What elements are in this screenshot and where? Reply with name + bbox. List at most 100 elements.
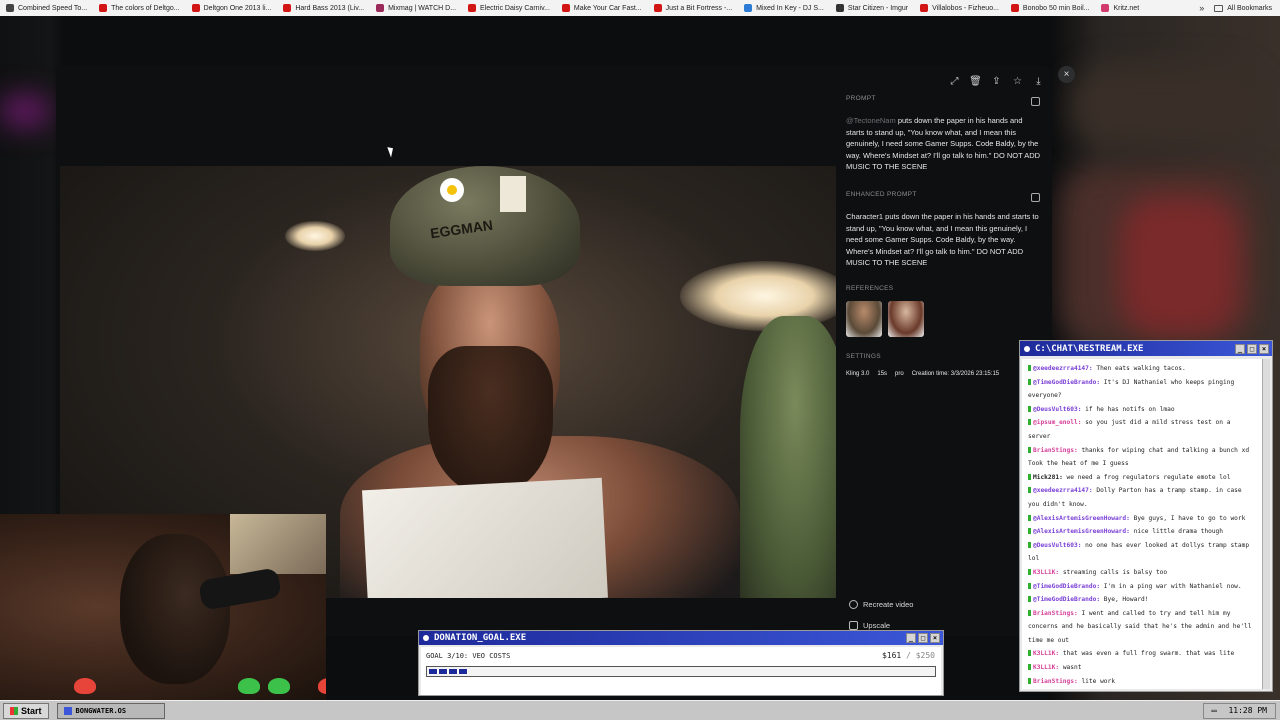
bookmark-item[interactable]: Bonobo 50 min Boil... <box>1005 0 1096 16</box>
recreate-video-button[interactable]: Recreate video <box>849 600 913 609</box>
maximize-button[interactable]: □ <box>1247 343 1257 354</box>
reference-thumbnail[interactable] <box>846 300 882 337</box>
chat-message: @TimeGodDieBrando: Bye, Howard! <box>1028 593 1256 607</box>
bookmark-favicon-icon <box>653 4 662 12</box>
window-icon <box>423 635 429 641</box>
recreate-label: Recreate video <box>863 600 914 609</box>
platform-icon <box>1028 378 1031 385</box>
bookmark-favicon-icon <box>99 4 108 12</box>
bookmark-favicon-icon <box>191 4 200 12</box>
bookmark-item[interactable]: Hard Bass 2013 (Liv... <box>277 0 370 16</box>
bookmarks-overflow-button[interactable]: » <box>1189 3 1214 13</box>
trash-icon[interactable]: 🗑 <box>969 75 982 88</box>
upscale-button[interactable]: Upscale <box>849 621 890 630</box>
chat-scrollbar[interactable] <box>1262 359 1270 689</box>
copy-enhanced-icon[interactable] <box>1031 192 1040 202</box>
bookmark-item[interactable]: Villalobos - Fizheuo... <box>914 0 1005 16</box>
bookmark-item[interactable]: Deltgon One 2013 li... <box>186 0 278 16</box>
frog-emote <box>74 678 96 694</box>
maximize-button[interactable]: □ <box>918 633 928 643</box>
star-icon[interactable]: ☆ <box>1011 75 1024 88</box>
download-icon[interactable]: ⤓ <box>1032 75 1045 88</box>
close-window-button[interactable]: × <box>930 633 940 643</box>
start-label: Start <box>21 705 42 716</box>
bookmark-item[interactable]: Kritz.net <box>1095 0 1145 16</box>
chat-messages: @xeedeezrra4147: Then eats walking tacos… <box>1022 359 1262 689</box>
expand-icon[interactable]: ⤢ <box>948 75 961 88</box>
duration-value: 15s <box>877 370 888 377</box>
enhanced-prompt-label: ENHANCED PROMPT <box>846 190 917 198</box>
app-icon <box>63 706 72 715</box>
reference-thumbnail[interactable] <box>888 300 924 337</box>
bookmark-item[interactable]: Mixmag | WATCH D... <box>370 0 462 16</box>
chat-username: @TimeGodDieBrando: <box>1033 596 1101 604</box>
platform-icon <box>1028 582 1031 589</box>
amount-separator: / <box>906 651 911 660</box>
platform-icon <box>1028 609 1031 616</box>
close-button[interactable]: × <box>1058 66 1075 83</box>
taskbar-item[interactable]: BONGWATER.OS <box>56 702 165 719</box>
bookmark-item[interactable]: Just a Bit Fortress -... <box>648 0 739 16</box>
bookmark-label: Bonobo 50 min Boil... <box>1022 4 1090 12</box>
background-person <box>740 316 836 598</box>
chat-username: @DeusVult603: <box>1033 405 1082 413</box>
platform-icon <box>1028 677 1031 684</box>
bookmark-item[interactable]: Combined Speed To... <box>0 0 93 16</box>
chat-username: @AlexisArtemisGreenHoward: <box>1033 528 1130 536</box>
minimize-button[interactable]: _ <box>1235 343 1245 354</box>
max-amount: $250 <box>915 651 935 660</box>
window-icon <box>1024 345 1030 352</box>
bookmark-label: Star Citizen - Imgur <box>847 4 909 12</box>
chat-message: @xeedeezrra4147: Then eats walking tacos… <box>1028 362 1256 376</box>
details-panel: PROMPT @TectoneNam puts down the paper i… <box>846 95 1042 377</box>
bookmark-label: Just a Bit Fortress -... <box>665 4 733 12</box>
bookmark-item[interactable]: Mixed In Key - DJ S... <box>738 0 830 16</box>
platform-icon <box>1028 541 1031 548</box>
chat-message: @AlexisArtemisGreenHoward: Bye guys, I h… <box>1028 512 1256 526</box>
chat-message: BrianStings: lite work <box>1028 675 1256 689</box>
paper <box>362 477 608 598</box>
bookmark-favicon-icon <box>1101 4 1110 12</box>
settings-label: SETTINGS <box>846 352 881 360</box>
chat-username: BrianStings: <box>1033 609 1078 617</box>
platform-icon <box>1028 664 1031 671</box>
soldier-beard <box>428 346 553 496</box>
chat-username: @AlexisArtemisGreenHoward: <box>1033 514 1130 522</box>
streamer <box>120 534 230 684</box>
bookmark-item[interactable]: Make Your Car Fast... <box>556 0 648 16</box>
refresh-icon <box>849 600 858 609</box>
platform-icon <box>1028 365 1031 371</box>
chat-username: Mick281: <box>1033 473 1063 481</box>
bookmark-favicon-icon <box>744 4 753 12</box>
bookmark-favicon-icon <box>283 4 292 12</box>
webcam-feed <box>0 514 326 700</box>
start-button[interactable]: Start <box>3 702 49 719</box>
chat-username: K3LL1K: <box>1033 664 1060 672</box>
bookmark-item[interactable]: Star Citizen - Imgur <box>830 0 914 16</box>
share-icon[interactable]: ⇪ <box>990 75 1003 88</box>
bookmark-item[interactable]: The colors of Deltgo... <box>93 0 185 16</box>
platform-icon <box>1028 528 1031 535</box>
current-amount: $161 <box>881 651 902 660</box>
bookmark-favicon-icon <box>468 4 477 12</box>
chat-title-bar: C:\CHAT\RESTREAM.EXE _ □ × <box>1020 341 1272 356</box>
bookmark-item[interactable]: Electric Daisy Carniv... <box>462 0 556 16</box>
settings-values: Kling 3.0 15s pro Creation time: 3/3/202… <box>846 371 1042 377</box>
platform-icon <box>1028 650 1031 657</box>
progress-fill <box>429 669 469 674</box>
taskbar: Start BONGWATER.OS ▭ 11:28 PM <box>0 700 1280 720</box>
frog-emote <box>268 678 290 694</box>
model-value: Kling 3.0 <box>846 370 870 377</box>
chat-message: BrianStings: I went and called to try an… <box>1028 607 1256 648</box>
chat-text: we need a frog regulators regulate emote… <box>1066 473 1231 481</box>
copy-prompt-icon[interactable] <box>1031 97 1040 106</box>
tray-icon: ▭ <box>1211 706 1217 715</box>
chat-message: @TimeGodDieBrando: It's DJ Nathaniel who… <box>1028 376 1256 403</box>
folder-icon <box>1214 4 1224 12</box>
all-bookmarks-button[interactable]: All Bookmarks <box>1214 4 1280 12</box>
chat-text: that was even a full frog swarm. that wa… <box>1062 650 1235 658</box>
minimize-button[interactable]: _ <box>906 633 916 643</box>
platform-icon <box>1028 405 1031 412</box>
close-window-button[interactable]: × <box>1259 343 1269 354</box>
bookmark-label: Mixmag | WATCH D... <box>388 4 457 12</box>
